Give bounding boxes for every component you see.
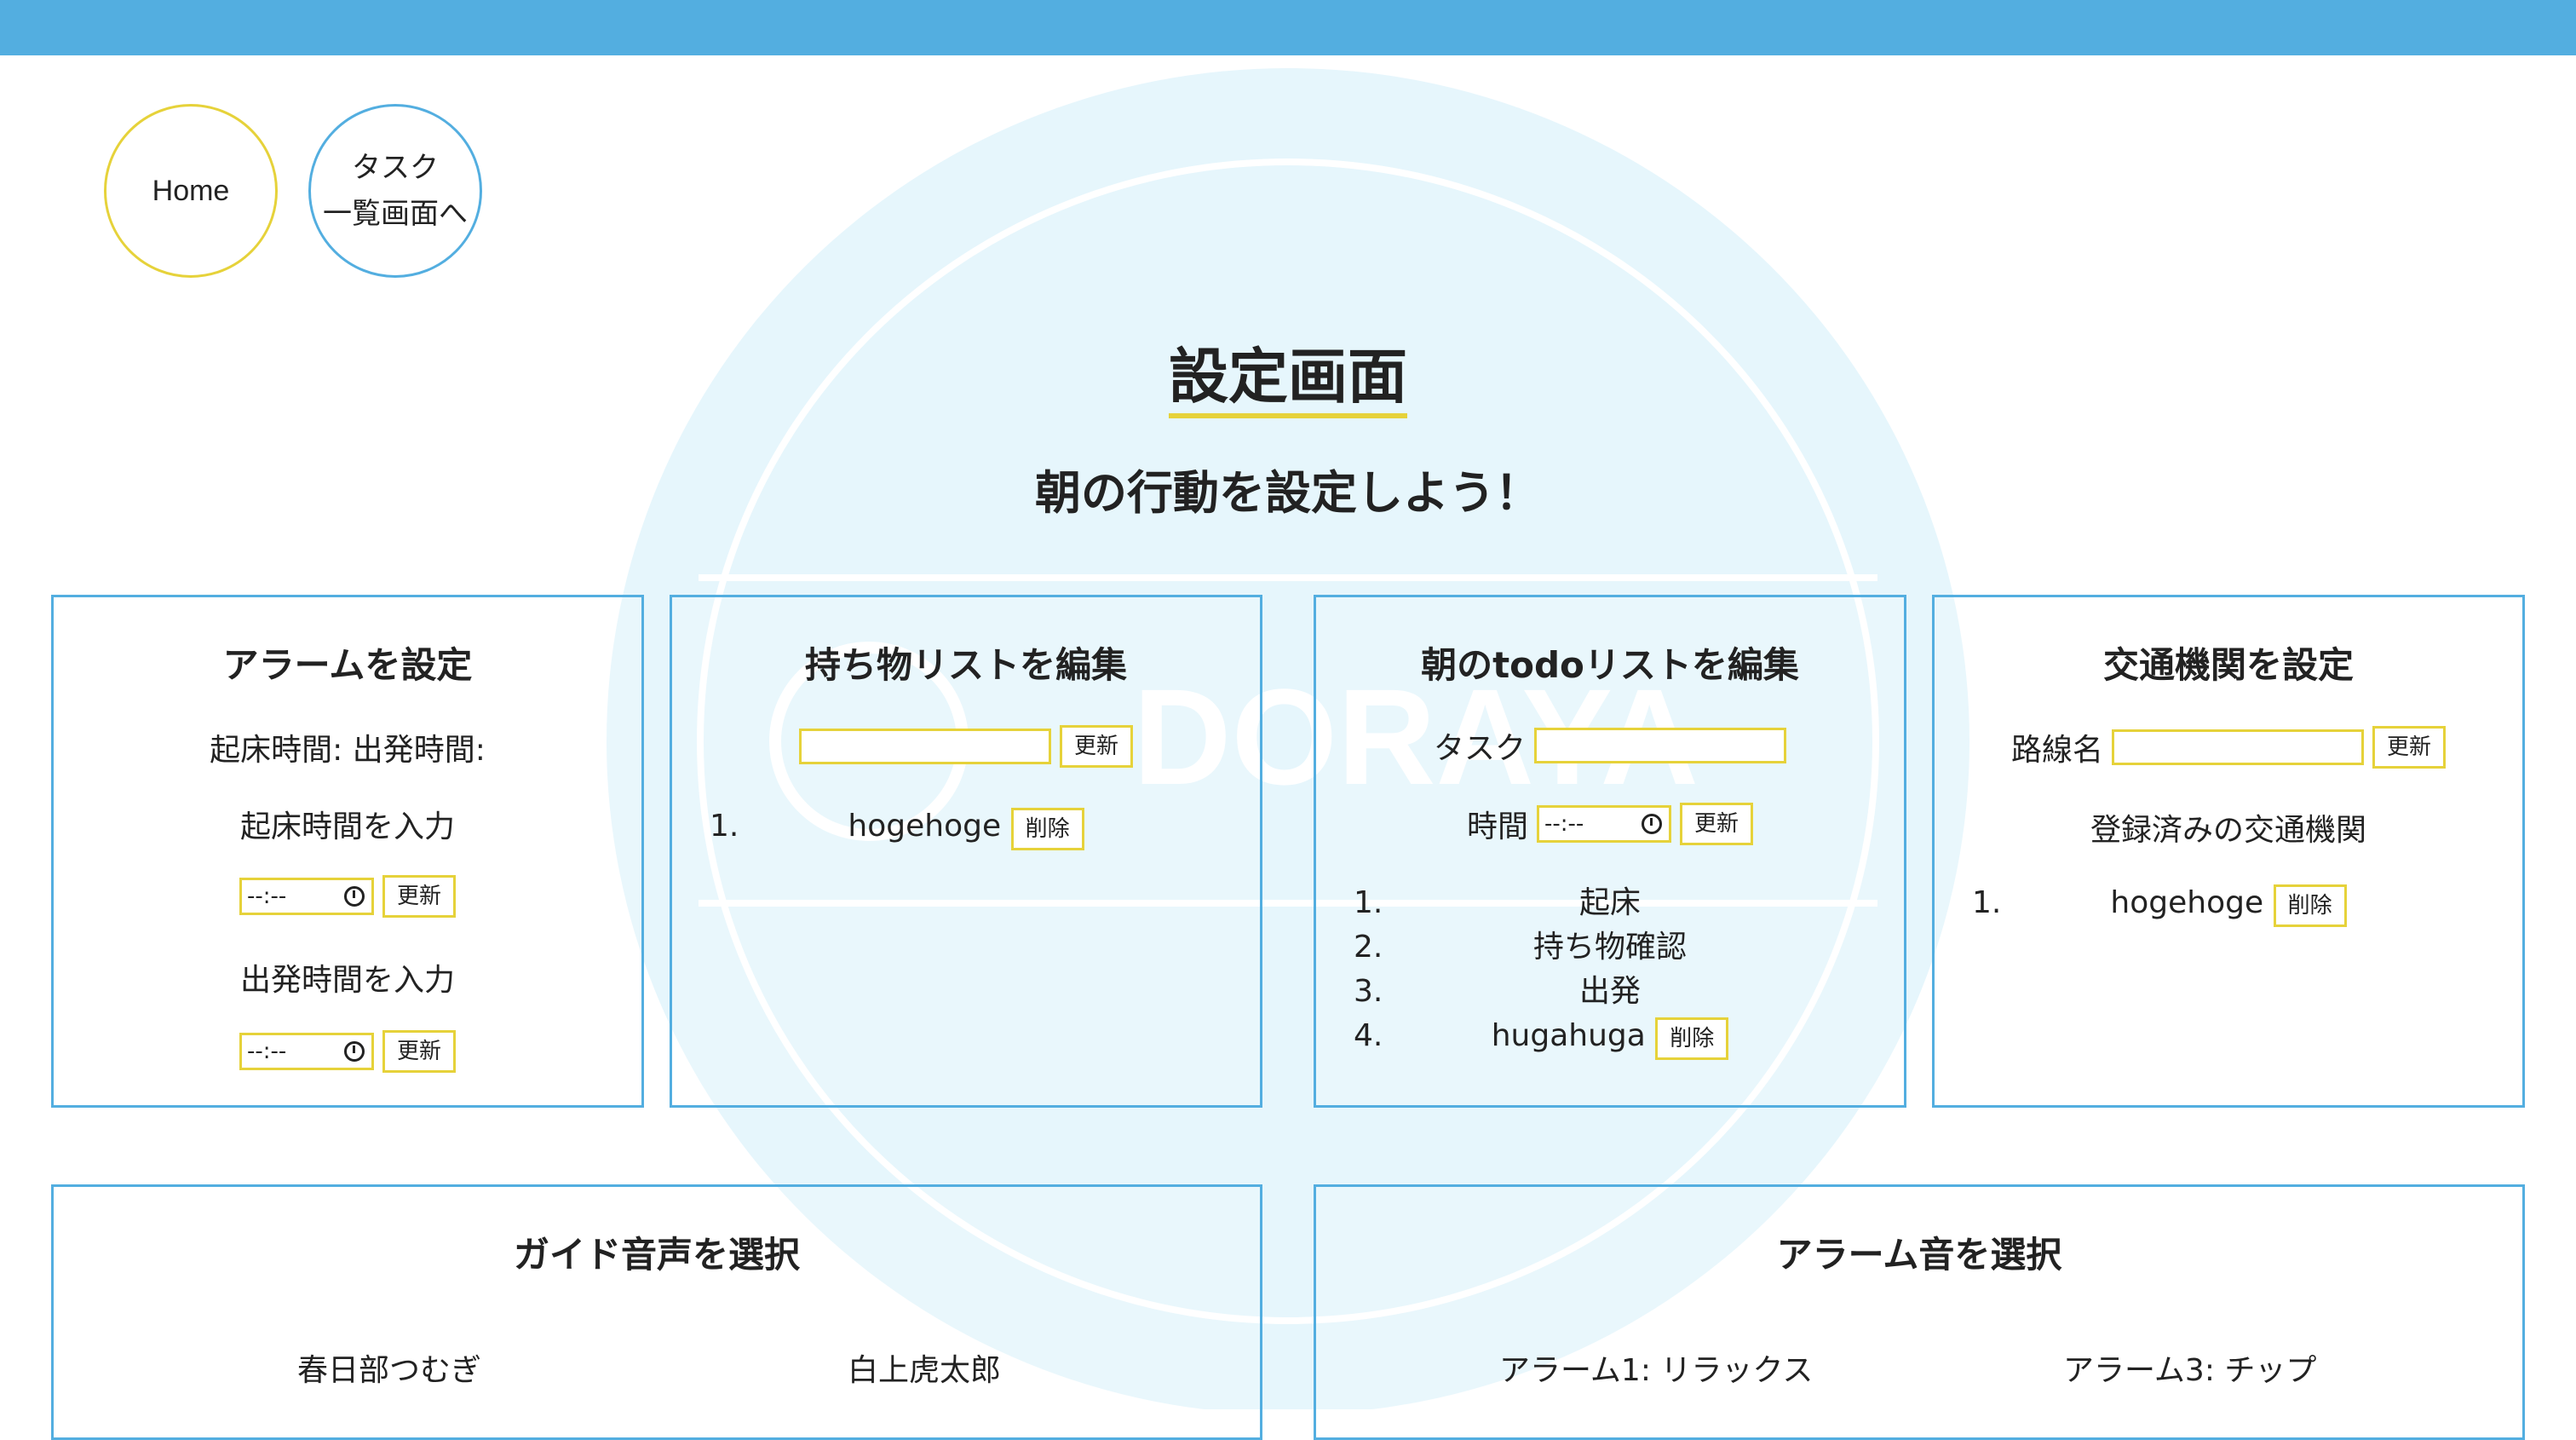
list-item-label: hugahuga xyxy=(1491,1018,1646,1053)
top-bar xyxy=(0,0,2576,55)
alarm-sound-option[interactable]: アラーム3: チップ xyxy=(2063,1345,2316,1390)
todo-task-label: タスク xyxy=(1433,731,1526,766)
leave-time-label: 出発時間を入力 xyxy=(239,963,455,998)
wake-time-update-button[interactable]: 更新 xyxy=(382,875,456,918)
registered-transport-label: 登録済みの交通機関 xyxy=(2090,813,2366,848)
list-item: 4. hugahuga 削除 xyxy=(1316,1015,1904,1060)
belongings-card: 持ち物リストを編集 更新 1. hogehoge 削除 xyxy=(670,595,1262,1108)
list-item: 3. 出発 xyxy=(1316,971,1904,1013)
alarm-sound-card: アラーム音を選択 アラーム1: リラックス アラーム3: チップ xyxy=(1314,1184,2525,1440)
task-list-button[interactable]: タスク 一覧画面へ xyxy=(308,104,482,278)
list-item: 1. hogehoge 削除 xyxy=(1935,882,2522,927)
clock-icon xyxy=(1642,814,1662,834)
todo-time-input[interactable]: --:-- xyxy=(1537,805,1671,843)
belongings-delete-button[interactable]: 削除 xyxy=(1010,808,1084,850)
todo-card: 朝のtodoリストを編集 タスク 時間 --:-- 更新 1. 起床 2. 持ち… xyxy=(1314,595,1906,1108)
task-list-label-line1: タスク xyxy=(352,151,439,185)
guide-voice-option[interactable]: 春日部つむぎ xyxy=(297,1345,481,1390)
guide-voice-card: ガイド音声を選択 春日部つむぎ 白上虎太郎 xyxy=(51,1184,1262,1440)
todo-update-button[interactable]: 更新 xyxy=(1680,803,1754,845)
wake-time-input[interactable]: --:-- xyxy=(239,878,374,915)
route-label: 路線名 xyxy=(2010,733,2103,768)
alarm-settings-card: アラームを設定 起床時間: 出発時間: 起床時間を入力 --:-- 更新 出発時… xyxy=(51,595,644,1108)
todo-heading: 朝のtodoリストを編集 xyxy=(1421,644,1799,686)
clock-icon xyxy=(343,1041,365,1062)
alarm-heading: アラームを設定 xyxy=(222,644,473,686)
task-list-label-line2: 一覧画面へ xyxy=(323,197,468,231)
leave-time-input[interactable]: --:-- xyxy=(239,1033,374,1070)
list-item: 1. 起床 xyxy=(1316,882,1904,924)
todo-time-label: 時間 xyxy=(1466,809,1528,844)
list-item-label: 出発 xyxy=(1578,974,1641,1009)
home-button[interactable]: Home xyxy=(104,104,278,278)
alarm-sound-heading: アラーム音を選択 xyxy=(1776,1234,2062,1276)
page-title: 設定画面 xyxy=(0,329,2576,418)
belongings-update-button[interactable]: 更新 xyxy=(1059,725,1133,768)
list-item-label: 持ち物確認 xyxy=(1532,930,1687,965)
todo-task-input[interactable] xyxy=(1534,728,1786,763)
list-item: 2. 持ち物確認 xyxy=(1316,926,1904,969)
transport-delete-button[interactable]: 削除 xyxy=(2273,884,2347,927)
route-input[interactable] xyxy=(2112,729,2364,765)
list-item-label: 起床 xyxy=(1578,885,1641,920)
wake-time-label: 起床時間を入力 xyxy=(239,809,455,844)
guide-voice-heading: ガイド音声を選択 xyxy=(513,1234,800,1276)
alarm-status-text: 起床時間: 出発時間: xyxy=(210,733,486,768)
route-update-button[interactable]: 更新 xyxy=(2372,726,2447,769)
belongings-heading: 持ち物リストを編集 xyxy=(804,644,1127,686)
list-item-label: hogehoge xyxy=(2110,885,2264,920)
alarm-sound-option[interactable]: アラーム1: リラックス xyxy=(1499,1345,1813,1390)
list-item: 1. hogehoge 削除 xyxy=(672,805,1260,850)
transport-heading: 交通機関を設定 xyxy=(2102,644,2354,686)
page-subtitle: 朝の行動を設定しよう！ xyxy=(1035,466,1541,520)
list-item-label: hogehoge xyxy=(848,809,1002,844)
belongings-input[interactable] xyxy=(798,729,1051,764)
home-label: Home xyxy=(152,175,230,207)
clock-icon xyxy=(343,886,365,907)
leave-time-update-button[interactable]: 更新 xyxy=(382,1030,456,1073)
transport-card: 交通機関を設定 路線名 更新 登録済みの交通機関 1. hogehoge 削除 xyxy=(1932,595,2525,1108)
guide-voice-option[interactable]: 白上虎太郎 xyxy=(848,1345,1001,1390)
todo-delete-button[interactable]: 削除 xyxy=(1655,1017,1729,1060)
